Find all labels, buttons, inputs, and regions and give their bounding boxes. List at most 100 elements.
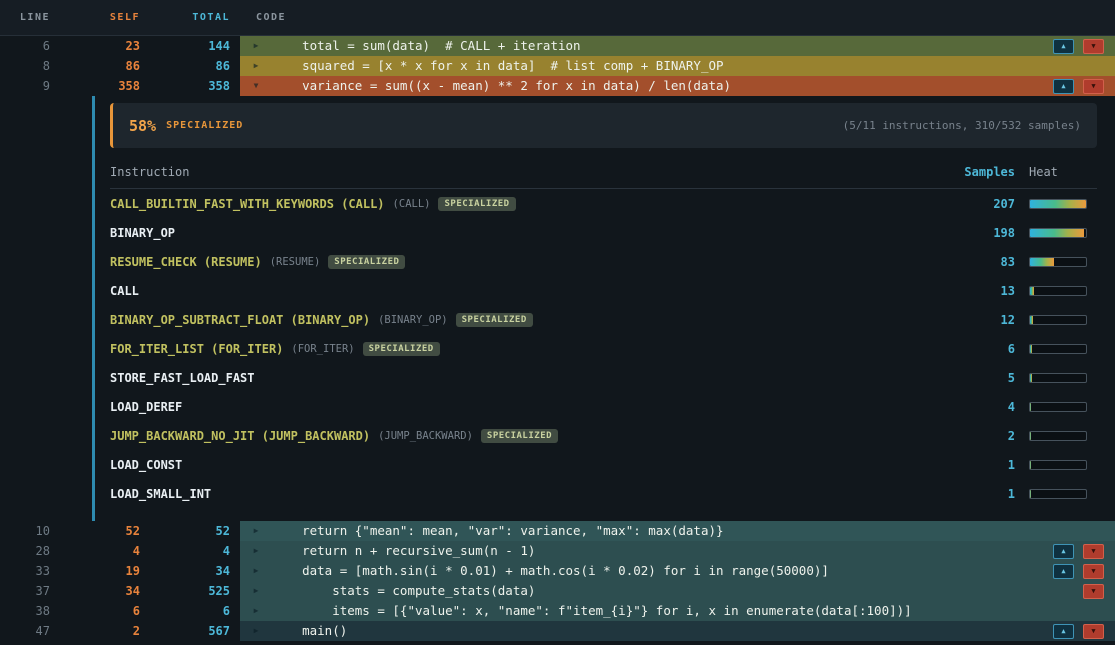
navigate-down-button[interactable]: ▼ [1083, 79, 1104, 94]
self-samples: 86 [60, 56, 150, 76]
navigate-up-button[interactable]: ▲ [1053, 624, 1074, 639]
code-cell[interactable]: ▶ main() ▲ ▼ [240, 621, 1115, 641]
total-samples: 34 [150, 561, 240, 581]
heat-bar-fill [1030, 229, 1084, 237]
line-number: 38 [0, 601, 60, 621]
code-row-line-8: 8 86 86 ▶ squared = [x * x for x in data… [0, 56, 1115, 76]
navigate-up-button[interactable]: ▲ [1053, 544, 1074, 559]
instruction-name: BINARY_OP_SUBTRACT_FLOAT (BINARY_OP) [110, 313, 370, 327]
instruction-samples: 6 [945, 342, 1015, 356]
instruction-name: RESUME_CHECK (RESUME) [110, 255, 262, 269]
heat-bar [1029, 373, 1087, 383]
instruction-name-cell: CALL_BUILTIN_FAST_WITH_KEYWORDS (CALL) (… [110, 197, 945, 211]
expand-toggle-icon[interactable]: ▶ [240, 561, 272, 581]
code-text: total = sum(data) # CALL + iteration [272, 36, 581, 56]
instruction-samples: 1 [945, 487, 1015, 501]
line-number: 6 [0, 36, 60, 56]
heat-bar [1029, 344, 1087, 354]
instruction-detail-panel: 58% SPECIALIZED (5/11 instructions, 310/… [92, 96, 1115, 521]
heat-bar-fill [1030, 345, 1032, 353]
code-cell[interactable]: ▶ total = sum(data) # CALL + iteration ▲… [240, 36, 1115, 56]
instruction-samples: 198 [945, 226, 1015, 240]
instruction-name: LOAD_DEREF [110, 400, 182, 414]
expand-toggle-icon[interactable]: ▶ [240, 581, 272, 601]
heat-bar-fill [1030, 432, 1031, 440]
specialized-label: SPECIALIZED [166, 120, 243, 131]
navigate-up-button[interactable]: ▲ [1053, 564, 1074, 579]
heat-bar-fill [1030, 374, 1032, 382]
instruction-samples: 13 [945, 284, 1015, 298]
heat-bar [1029, 402, 1087, 412]
code-text: variance = sum((x - mean) ** 2 for x in … [272, 76, 731, 96]
navigate-down-button[interactable]: ▼ [1083, 624, 1104, 639]
header-total: TOTAL [150, 12, 240, 23]
instruction-heat-cell [1015, 344, 1097, 354]
specialized-badge: SPECIALIZED [438, 197, 515, 211]
code-cell[interactable]: ▶ items = [{"value": x, "name": f"item_{… [240, 601, 1115, 621]
instruction-name-cell: CALL [110, 284, 945, 298]
instruction-name-cell: LOAD_SMALL_INT [110, 487, 945, 501]
expand-toggle-icon[interactable]: ▶ [240, 36, 272, 56]
code-text: return {"mean": mean, "var": variance, "… [272, 521, 724, 541]
self-samples: 2 [60, 621, 150, 641]
col-samples: Samples [945, 165, 1015, 179]
collapse-toggle-icon[interactable]: ▼ [240, 76, 272, 96]
instruction-name-cell: LOAD_CONST [110, 458, 945, 472]
instruction-family: (RESUME) [270, 256, 321, 268]
code-row-line-37: 37 34 525 ▶ stats = compute_stats(data) … [0, 581, 1115, 601]
instruction-heat-cell [1015, 315, 1097, 325]
line-number: 10 [0, 521, 60, 541]
heat-bar [1029, 489, 1087, 499]
navigate-down-button[interactable]: ▼ [1083, 584, 1104, 599]
instruction-name-cell: BINARY_OP [110, 226, 945, 240]
total-samples: 6 [150, 601, 240, 621]
heat-bar [1029, 199, 1087, 209]
profiler-app: LINE SELF TOTAL CODE 6 23 144 ▶ total = … [0, 0, 1115, 645]
navigate-up-button[interactable]: ▲ [1053, 79, 1074, 94]
instruction-heat-cell [1015, 489, 1097, 499]
specialized-percent: 58% [129, 117, 156, 135]
header-code: CODE [240, 12, 1115, 23]
instruction-samples: 207 [945, 197, 1015, 211]
instruction-name: STORE_FAST_LOAD_FAST [110, 371, 255, 385]
code-cell[interactable]: ▶ stats = compute_stats(data) ▼ [240, 581, 1115, 601]
instruction-name: CALL [110, 284, 139, 298]
code-row-line-38: 38 6 6 ▶ items = [{"value": x, "name": f… [0, 601, 1115, 621]
total-samples: 4 [150, 541, 240, 561]
instruction-name-cell: LOAD_DEREF [110, 400, 945, 414]
instruction-row: JUMP_BACKWARD_NO_JIT (JUMP_BACKWARD) (JU… [110, 421, 1097, 450]
code-cell[interactable]: ▼ variance = sum((x - mean) ** 2 for x i… [240, 76, 1115, 96]
instruction-heat-cell [1015, 228, 1097, 238]
expand-toggle-icon[interactable]: ▶ [240, 541, 272, 561]
instruction-name: LOAD_CONST [110, 458, 182, 472]
heat-bar-fill [1030, 258, 1054, 266]
code-text: main() [272, 621, 347, 641]
heat-bar [1029, 257, 1087, 267]
instruction-heat-cell [1015, 460, 1097, 470]
navigate-down-button[interactable]: ▼ [1083, 544, 1104, 559]
specialized-badge: SPECIALIZED [456, 313, 533, 327]
heat-bar-fill [1030, 461, 1031, 469]
code-cell[interactable]: ▶ return {"mean": mean, "var": variance,… [240, 521, 1115, 541]
instruction-name-cell: JUMP_BACKWARD_NO_JIT (JUMP_BACKWARD) (JU… [110, 429, 945, 443]
line-number: 9 [0, 76, 60, 96]
expand-toggle-icon[interactable]: ▶ [240, 601, 272, 621]
self-samples: 6 [60, 601, 150, 621]
instruction-row: CALL_BUILTIN_FAST_WITH_KEYWORDS (CALL) (… [110, 189, 1097, 218]
navigate-down-button[interactable]: ▼ [1083, 564, 1104, 579]
expand-toggle-icon[interactable]: ▶ [240, 521, 272, 541]
navigate-down-button[interactable]: ▼ [1083, 39, 1104, 54]
code-cell[interactable]: ▶ squared = [x * x for x in data] # list… [240, 56, 1115, 76]
navigate-up-button[interactable]: ▲ [1053, 39, 1074, 54]
code-cell[interactable]: ▶ return n + recursive_sum(n - 1) ▲ ▼ [240, 541, 1115, 561]
code-cell[interactable]: ▶ data = [math.sin(i * 0.01) + math.cos(… [240, 561, 1115, 581]
code-row-line-9: 9 358 358 ▼ variance = sum((x - mean) **… [0, 76, 1115, 96]
line-number: 33 [0, 561, 60, 581]
heat-bar-fill [1030, 287, 1034, 295]
instruction-samples: 4 [945, 400, 1015, 414]
instruction-row: FOR_ITER_LIST (FOR_ITER) (FOR_ITER) SPEC… [110, 334, 1097, 363]
heat-bar-fill [1030, 200, 1086, 208]
expand-toggle-icon[interactable]: ▶ [240, 621, 272, 641]
expand-toggle-icon[interactable]: ▶ [240, 56, 272, 76]
header-line: LINE [0, 12, 60, 23]
